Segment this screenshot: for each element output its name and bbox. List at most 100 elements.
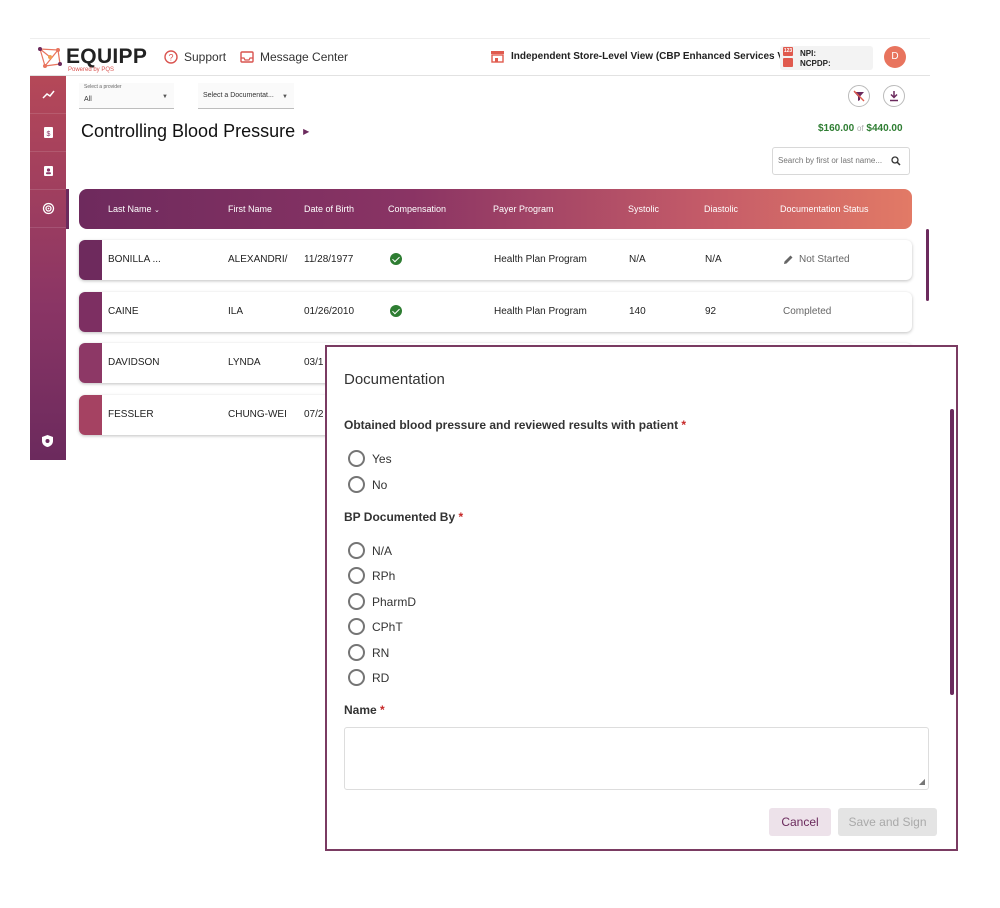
resize-handle-icon[interactable]: ◢ bbox=[919, 777, 925, 786]
top-bar: EQUIPP Powered by PQS ? Support Message … bbox=[30, 39, 930, 76]
radio-option-no[interactable]: No bbox=[348, 476, 387, 493]
store-view-label: Independent Store-Level View (CBP Enhanc… bbox=[511, 51, 804, 62]
status-label: Not Started bbox=[799, 254, 850, 265]
cell-last-name: FESSLER bbox=[108, 409, 154, 420]
question-label: BP Documented By bbox=[344, 510, 456, 524]
help-circle-icon: ? bbox=[164, 50, 178, 64]
store-icon bbox=[491, 51, 504, 63]
radio-option-pharmd[interactable]: PharmD bbox=[348, 593, 416, 610]
row-color-tag bbox=[79, 240, 102, 280]
column-header-last-name[interactable]: Last Name ⌄ bbox=[108, 204, 160, 214]
radio-button[interactable] bbox=[348, 593, 365, 610]
radio-option-yes[interactable]: Yes bbox=[348, 450, 392, 467]
radio-option-rd[interactable]: RD bbox=[348, 669, 389, 686]
radio-button[interactable] bbox=[348, 450, 365, 467]
chevron-down-icon: ⌄ bbox=[154, 207, 160, 214]
column-header-documentation-status[interactable]: Documentation Status bbox=[780, 204, 869, 214]
table-row[interactable]: BONILLA ... ALEXANDRI/ 11/28/1977 Health… bbox=[79, 240, 912, 280]
cell-dob: 03/1 bbox=[304, 357, 324, 368]
radio-option-rph[interactable]: RPh bbox=[348, 567, 395, 584]
radio-button[interactable] bbox=[348, 618, 365, 635]
column-header-label: Last Name bbox=[108, 204, 152, 214]
active-section-indicator bbox=[66, 189, 69, 229]
column-header-diastolic[interactable]: Diastolic bbox=[704, 204, 738, 214]
radio-option-rn[interactable]: RN bbox=[348, 644, 389, 661]
cell-payer-program: Health Plan Program bbox=[494, 254, 587, 265]
save-and-sign-button[interactable]: Save and Sign bbox=[838, 808, 937, 836]
radio-label: N/A bbox=[372, 543, 393, 558]
required-marker: * bbox=[681, 418, 687, 432]
name-field[interactable]: ◢ bbox=[344, 727, 929, 790]
logo-subtitle: Powered by PQS bbox=[68, 67, 115, 73]
sidebar-item-billing[interactable]: $ bbox=[30, 114, 66, 152]
page-title: Controlling Blood Pressure ▶ bbox=[81, 121, 309, 142]
radio-button[interactable] bbox=[348, 644, 365, 661]
patient-search[interactable] bbox=[772, 147, 910, 175]
radio-button[interactable] bbox=[348, 669, 365, 686]
name-textarea[interactable] bbox=[345, 728, 928, 789]
column-header-dob[interactable]: Date of Birth bbox=[304, 204, 354, 214]
row-color-tag bbox=[79, 343, 102, 383]
equipp-logo[interactable]: EQUIPP Powered by PQS bbox=[36, 42, 148, 74]
question-obtained-bp: Obtained blood pressure and reviewed res… bbox=[344, 418, 686, 432]
question-bp-documented-by: BP Documented By * bbox=[344, 510, 463, 524]
dialog-title: Documentation bbox=[344, 371, 445, 388]
provider-select[interactable]: Select a provider All ▼ bbox=[79, 83, 174, 109]
sidebar-item-targets[interactable] bbox=[30, 190, 66, 228]
documentation-status-link[interactable]: Not Started bbox=[783, 254, 850, 265]
caret-right-icon[interactable]: ▶ bbox=[303, 127, 309, 136]
question-name: Name * bbox=[344, 703, 385, 717]
column-header-first-name[interactable]: First Name bbox=[228, 204, 272, 214]
sidebar-item-patients[interactable] bbox=[30, 152, 66, 190]
download-button[interactable] bbox=[883, 85, 905, 107]
radio-button[interactable] bbox=[348, 542, 365, 559]
row-color-tag bbox=[79, 292, 102, 332]
documentation-select[interactable]: Select a Documentat... ▼ bbox=[198, 83, 294, 109]
cell-last-name: CAINE bbox=[108, 306, 139, 317]
table-row[interactable]: CAINE ILA 01/26/2010 Health Plan Program… bbox=[79, 292, 912, 332]
dialog-scrollbar[interactable] bbox=[950, 409, 954, 695]
cell-payer-program: Health Plan Program bbox=[494, 306, 587, 317]
amount-of: of bbox=[856, 124, 864, 133]
documentation-select-placeholder: Select a Documentat... bbox=[203, 92, 274, 99]
radio-label: Yes bbox=[372, 451, 392, 466]
column-header-payer-program[interactable]: Payer Program bbox=[493, 204, 554, 214]
documentation-status-link[interactable]: Completed bbox=[783, 306, 831, 317]
cell-first-name: CHUNG-WEI bbox=[228, 409, 287, 420]
search-input[interactable] bbox=[778, 156, 888, 165]
pharmacy-id-box: 123 NPI: NCPDP: bbox=[780, 46, 873, 70]
pencil-icon bbox=[784, 255, 793, 264]
shield-icon bbox=[42, 435, 53, 447]
column-header-systolic[interactable]: Systolic bbox=[628, 204, 659, 214]
sidebar: $ bbox=[30, 76, 66, 460]
radio-button[interactable] bbox=[348, 567, 365, 584]
cell-systolic: N/A bbox=[629, 254, 646, 265]
provider-select-label: Select a provider bbox=[84, 84, 122, 90]
cell-systolic: 140 bbox=[629, 306, 646, 317]
cancel-button[interactable]: Cancel bbox=[769, 808, 831, 836]
search-icon[interactable] bbox=[891, 156, 901, 166]
radio-button[interactable] bbox=[348, 476, 365, 493]
cell-first-name: ALEXANDRI/ bbox=[228, 254, 288, 265]
store-view-selector[interactable]: Independent Store-Level View (CBP Enhanc… bbox=[490, 50, 803, 63]
invoice-dollar-icon: $ bbox=[43, 127, 53, 138]
ncpdp-label: NCPDP: bbox=[800, 59, 831, 68]
clear-filter-button[interactable] bbox=[848, 85, 870, 107]
id-badge-icons: 123 bbox=[783, 47, 794, 69]
support-link[interactable]: ? Support bbox=[164, 50, 226, 64]
sidebar-item-security[interactable] bbox=[41, 434, 54, 453]
table-scrollbar[interactable] bbox=[926, 229, 929, 301]
radio-label: CPhT bbox=[372, 619, 403, 634]
radio-option-na[interactable]: N/A bbox=[348, 542, 392, 559]
message-center-link[interactable]: Message Center bbox=[240, 50, 348, 64]
svg-text:?: ? bbox=[168, 53, 173, 63]
documentation-dialog: Documentation Obtained blood pressure an… bbox=[325, 345, 958, 851]
radio-option-cpht[interactable]: CPhT bbox=[348, 618, 403, 635]
user-avatar[interactable]: D bbox=[884, 46, 906, 68]
page-title-text: Controlling Blood Pressure bbox=[81, 121, 296, 141]
required-marker: * bbox=[458, 510, 464, 524]
logo-text: EQUIPP bbox=[66, 45, 148, 68]
radio-label: No bbox=[372, 477, 388, 492]
column-header-compensation[interactable]: Compensation bbox=[388, 204, 446, 214]
sidebar-item-trends[interactable] bbox=[30, 76, 66, 114]
